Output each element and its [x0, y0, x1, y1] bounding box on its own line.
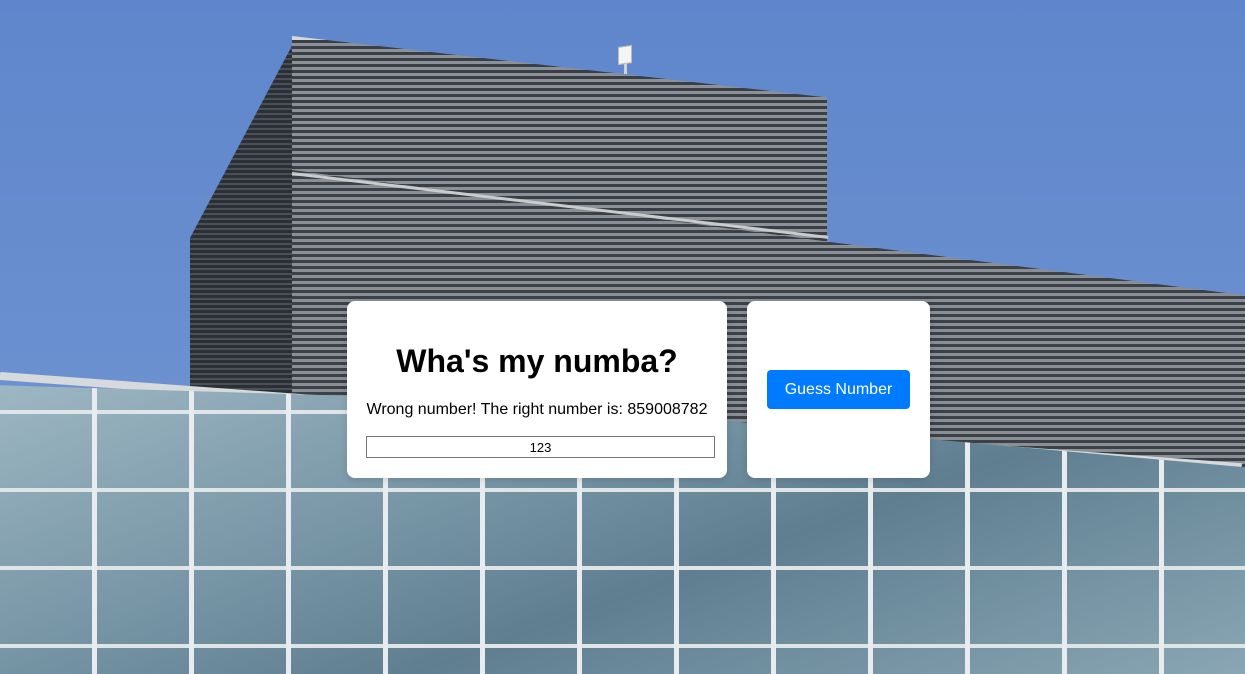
action-card: Guess Number [747, 301, 930, 478]
result-message: Wrong number! The right number is: 85900… [366, 401, 708, 418]
antenna-panel [618, 45, 632, 65]
guess-input[interactable] [366, 436, 715, 458]
game-title: Wha's my numba? [396, 343, 678, 379]
game-card: Wha's my numba? Wrong number! The right … [347, 301, 727, 478]
guess-number-button[interactable]: Guess Number [767, 370, 910, 409]
